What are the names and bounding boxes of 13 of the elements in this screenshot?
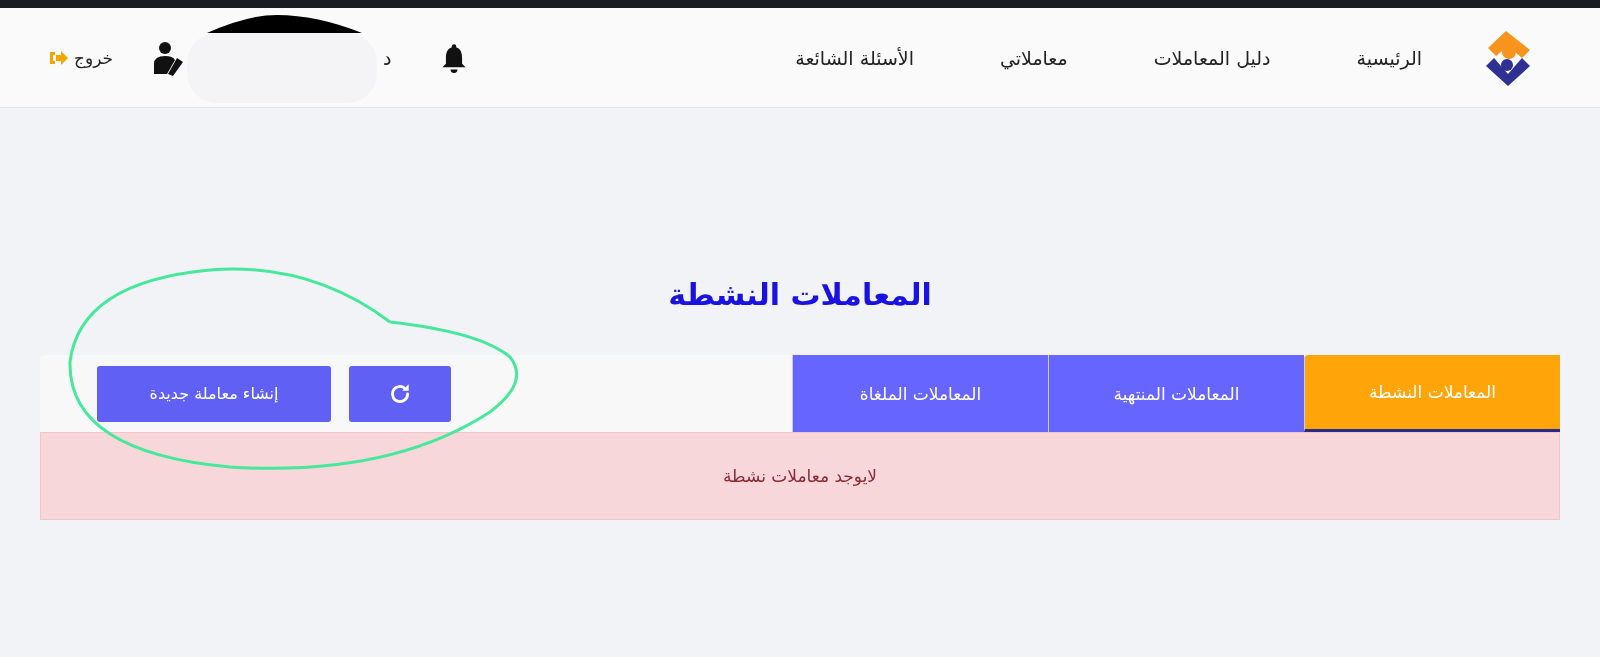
logout-link[interactable]: خروج	[48, 47, 114, 68]
refresh-button[interactable]	[349, 365, 451, 422]
page-title: المعاملات النشطة	[667, 276, 933, 314]
empty-alert: لايوجد معاملات نشطة	[40, 432, 1560, 520]
user-name: د	[383, 46, 392, 69]
nav-link[interactable]: الأسئلة الشائعة	[795, 46, 914, 69]
nav-link[interactable]: الرئيسية	[1356, 46, 1422, 69]
nav-link[interactable]: معاملاتي	[999, 46, 1068, 69]
create-button[interactable]: إنشاء معاملة جديدة	[97, 365, 331, 422]
exit-icon	[48, 48, 68, 67]
tab[interactable]: المعاملات الملغاة	[792, 355, 1048, 432]
nav-link[interactable]: دليل المعاملات	[1153, 46, 1271, 69]
tab[interactable]: المعاملات المنتهية	[1048, 355, 1304, 432]
